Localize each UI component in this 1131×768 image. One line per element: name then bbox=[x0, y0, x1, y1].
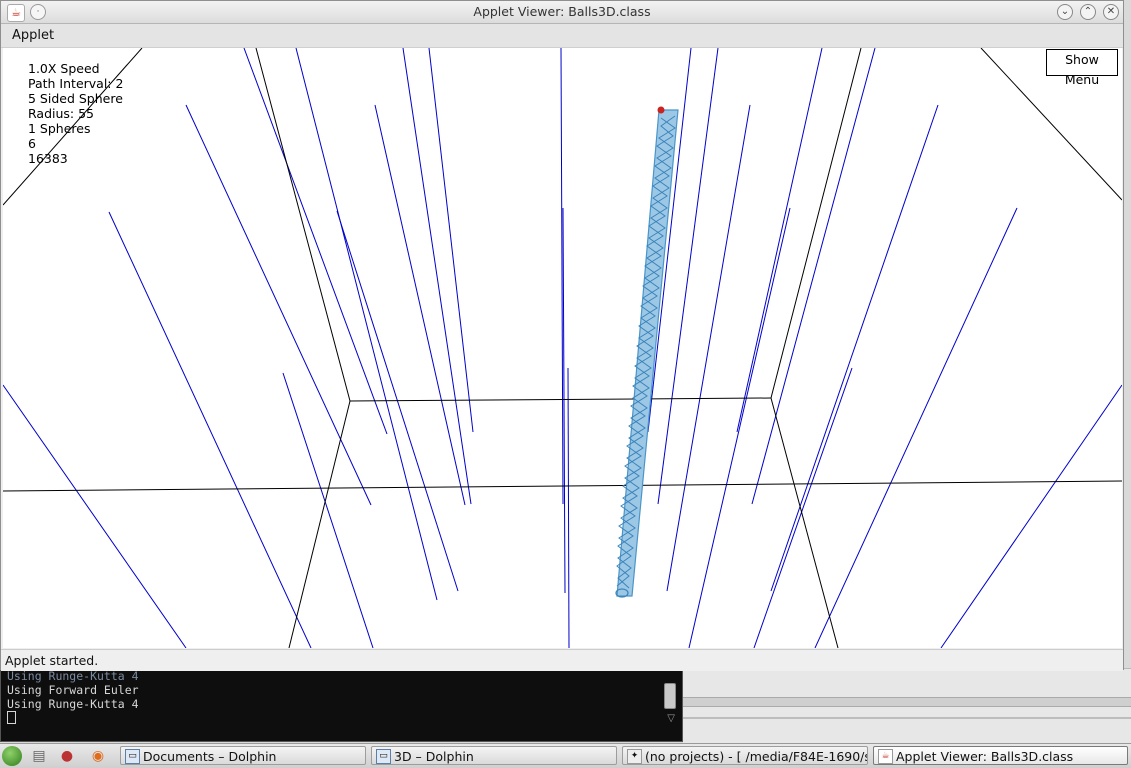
terminal-window[interactable]: Using Runge-Kutta 4 Using Forward Euler … bbox=[0, 668, 683, 742]
terminal-scrollbar[interactable] bbox=[664, 683, 676, 709]
task-applet-viewer[interactable]: ☕ Applet Viewer: Balls3D.class bbox=[873, 746, 1128, 765]
sphere-trail bbox=[615, 109, 679, 598]
status-text: Applet started. bbox=[5, 653, 99, 668]
minimize-icon[interactable]: ⌄ bbox=[1057, 4, 1073, 20]
background-window bbox=[683, 668, 1131, 743]
terminal-output: Using Runge-Kutta 4 Using Forward Euler … bbox=[7, 669, 139, 726]
blue-line bbox=[751, 48, 876, 505]
box-edge bbox=[288, 400, 351, 648]
blue-line bbox=[770, 104, 939, 592]
blue-line bbox=[560, 48, 564, 505]
terminal-line: Using Runge-Kutta 4 bbox=[7, 697, 139, 711]
blue-line bbox=[243, 48, 388, 435]
applet-viewer-window: ☕ · Applet Viewer: Balls3D.class ⌄ ⌃ ✕ A… bbox=[0, 0, 1124, 671]
blue-line bbox=[940, 384, 1122, 648]
blue-line bbox=[567, 367, 570, 648]
background-window-divider bbox=[683, 717, 1131, 719]
menu-applet[interactable]: Applet bbox=[12, 28, 54, 43]
app-launcher-icon[interactable]: ● bbox=[58, 747, 76, 765]
show-menu-button[interactable]: Show Menu bbox=[1046, 49, 1118, 87]
terminal-line: Using Forward Euler bbox=[7, 683, 139, 697]
terminal-line: Using Runge-Kutta 4 bbox=[7, 669, 139, 683]
blue-line bbox=[282, 372, 374, 648]
box-edge bbox=[349, 397, 772, 402]
blue-line bbox=[185, 104, 372, 506]
task-documents-dolphin[interactable]: ▭ Documents – Dolphin bbox=[120, 746, 366, 765]
close-icon[interactable]: ✕ bbox=[1103, 4, 1119, 20]
folder-icon: ▭ bbox=[125, 749, 140, 764]
blue-line bbox=[562, 207, 566, 594]
ide-icon: ✦ bbox=[627, 749, 642, 764]
folder-icon: ▭ bbox=[376, 749, 391, 764]
maximize-icon[interactable]: ⌃ bbox=[1080, 4, 1096, 20]
background-window-bar bbox=[683, 697, 1131, 707]
start-menu-icon[interactable] bbox=[2, 746, 22, 766]
blue-line bbox=[666, 104, 751, 592]
task-label: Applet Viewer: Balls3D.class bbox=[896, 749, 1074, 764]
ball-sphere bbox=[657, 106, 665, 114]
hud-value: 16383 bbox=[28, 151, 68, 166]
blue-line bbox=[753, 367, 853, 648]
scroll-down-icon[interactable]: ▽ bbox=[667, 713, 675, 724]
hud-radius: Radius: 55 bbox=[28, 106, 95, 121]
scene-3d bbox=[3, 48, 1122, 648]
task-3d-dolphin[interactable]: ▭ 3D – Dolphin bbox=[371, 746, 617, 765]
task-label: (no projects) - [ /media/F84E-1690/s bbox=[645, 749, 868, 764]
window-title: Applet Viewer: Balls3D.class bbox=[473, 4, 651, 19]
hud-speed: 1.0X Speed bbox=[28, 61, 100, 76]
task-label: Documents – Dolphin bbox=[143, 749, 277, 764]
terminal-cursor bbox=[7, 711, 16, 724]
hud-info: 1.0X Speed Path Interval: 2 5 Sided Sphe… bbox=[28, 61, 123, 166]
hud-sphere-type: 5 Sided Sphere bbox=[28, 91, 123, 106]
show-desktop-icon[interactable]: ▤ bbox=[30, 747, 48, 765]
blue-line bbox=[688, 207, 791, 648]
firefox-icon[interactable]: ◉ bbox=[89, 747, 107, 765]
task-ide[interactable]: ✦ (no projects) - [ /media/F84E-1690/s bbox=[622, 746, 868, 765]
taskbar: ▤ ● ◉ ▭ Documents – Dolphin ▭ 3D – Dolph… bbox=[0, 743, 1131, 768]
status-bar: Applet started. bbox=[1, 649, 1123, 671]
blue-line bbox=[3, 384, 187, 648]
hud-value: 6 bbox=[28, 136, 36, 151]
hud-path-interval: Path Interval: 2 bbox=[28, 76, 124, 91]
box-edge bbox=[255, 48, 351, 402]
applet-canvas[interactable]: 1.0X Speed Path Interval: 2 5 Sided Sphe… bbox=[3, 48, 1122, 648]
box-edge bbox=[770, 48, 862, 399]
task-label: 3D – Dolphin bbox=[394, 749, 474, 764]
menu-bar: Applet bbox=[1, 24, 1123, 48]
blue-line bbox=[108, 211, 312, 648]
window-titlebar[interactable]: ☕ · Applet Viewer: Balls3D.class ⌄ ⌃ ✕ bbox=[1, 1, 1123, 24]
background-lines bbox=[3, 48, 1122, 648]
hud-sphere-count: 1 Spheres bbox=[28, 121, 91, 136]
java-icon: ☕ bbox=[878, 749, 893, 764]
